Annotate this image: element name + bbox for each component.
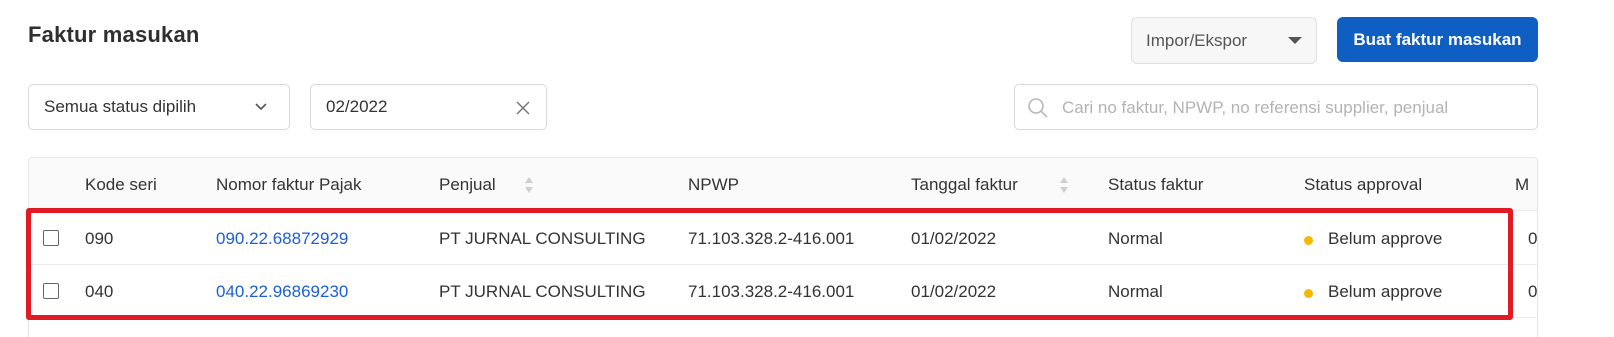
col-npwp[interactable]: NPWP (688, 175, 739, 195)
npwp: 71.103.328.2-416.001 (688, 229, 855, 248)
col-tanggal-faktur[interactable]: Tanggal faktur (911, 175, 1018, 195)
nomor-faktur-link[interactable]: 040.22.96869230 (216, 282, 348, 302)
status-filter-select[interactable]: Semua status dipilih (28, 84, 290, 130)
status-faktur: Normal (1108, 229, 1163, 248)
import-export-dropdown[interactable]: Impor/Ekspor (1131, 17, 1317, 64)
col-status-approval[interactable]: Status approval (1304, 175, 1422, 195)
invoice-table: Kode seri Nomor faktur Pajak Penjual NPW… (28, 157, 1538, 337)
status-approval: Belum approve (1328, 282, 1443, 301)
penjual: PT JURNAL CONSULTING (439, 282, 646, 301)
close-icon[interactable] (514, 99, 532, 117)
chevron-down-icon (255, 103, 267, 111)
kode-seri: 090 (85, 229, 114, 248)
col-penjual[interactable]: Penjual (439, 175, 496, 195)
col-overflow[interactable]: M (1515, 175, 1529, 195)
penjual: PT JURNAL CONSULTING (439, 229, 646, 248)
search-icon (1028, 98, 1048, 118)
overflow-cell: 0 (1528, 229, 1538, 248)
search-input[interactable]: Cari no faktur, NPWP, no referensi suppl… (1014, 84, 1538, 130)
page-title: Faktur masukan (28, 22, 200, 47)
table-row[interactable]: 090 090.22.68872929 PT JURNAL CONSULTING… (29, 212, 1537, 265)
table-header: Kode seri Nomor faktur Pajak Penjual NPW… (29, 158, 1537, 211)
col-kode-seri[interactable]: Kode seri (85, 175, 157, 195)
period-value: 02/2022 (326, 97, 388, 116)
import-export-label: Impor/Ekspor (1146, 30, 1248, 50)
status-faktur: Normal (1108, 282, 1163, 301)
status-dot (1304, 289, 1313, 298)
row-checkbox[interactable] (43, 283, 59, 299)
sort-icon[interactable] (524, 174, 534, 196)
status-dot (1304, 236, 1313, 245)
npwp: 71.103.328.2-416.001 (688, 282, 855, 301)
search-placeholder: Cari no faktur, NPWP, no referensi suppl… (1062, 98, 1449, 117)
create-invoice-button[interactable]: Buat faktur masukan (1337, 17, 1538, 62)
sort-icon[interactable] (1059, 174, 1069, 196)
tanggal-faktur: 01/02/2022 (911, 229, 997, 248)
kode-seri: 040 (85, 282, 114, 301)
table-row[interactable]: 040 040.22.96869230 PT JURNAL CONSULTING… (29, 265, 1537, 318)
caret-down-icon (1288, 37, 1302, 44)
nomor-faktur-link[interactable]: 090.22.68872929 (216, 229, 348, 249)
col-status-faktur[interactable]: Status faktur (1108, 175, 1203, 195)
status-filter-value: Semua status dipilih (44, 97, 197, 116)
status-approval: Belum approve (1328, 229, 1443, 248)
row-checkbox[interactable] (43, 230, 59, 246)
tanggal-faktur: 01/02/2022 (911, 282, 997, 301)
overflow-cell: 0 (1528, 282, 1538, 301)
col-nomor-faktur[interactable]: Nomor faktur Pajak (216, 175, 362, 195)
period-input[interactable]: 02/2022 (310, 84, 547, 130)
